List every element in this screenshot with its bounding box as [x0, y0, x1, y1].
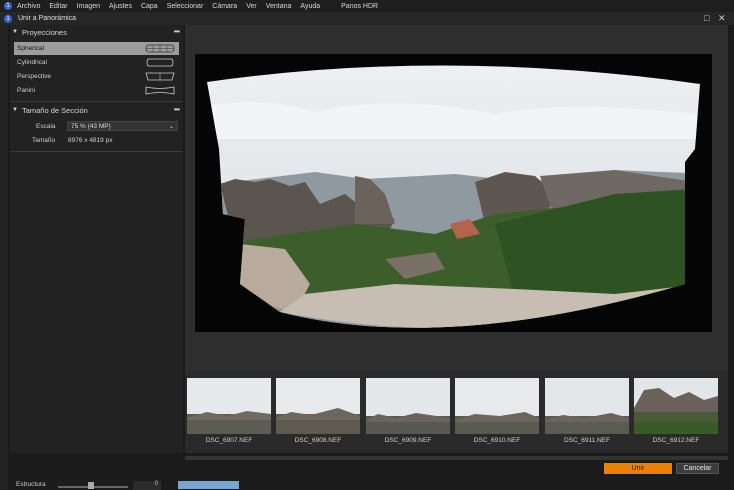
menu-bar: 1 Archivo Editar Imagen Ajustes Capa Sel… [0, 0, 734, 12]
menu-ayuda[interactable]: Ayuda [300, 3, 320, 10]
projections-title: Proyecciones [21, 27, 67, 37]
merge-button[interactable]: Unir [604, 463, 672, 474]
thumbnail-image[interactable] [276, 378, 360, 434]
thumbnail-label: DSC_6908.NEF [294, 437, 342, 444]
more-options-icon[interactable]: ••• [174, 27, 180, 36]
scale-label: Escala [36, 123, 56, 130]
thumbnail-label: DSC_6907.NEF [205, 437, 253, 444]
section-divider [10, 151, 183, 152]
thumbnail-label: DSC_6910.NEF [473, 437, 521, 444]
thumbnail-image[interactable] [455, 378, 539, 434]
dialog-titlebar: 1 Unir a Panorámica □ ✕ [0, 12, 734, 25]
structure-slider-handle[interactable] [88, 482, 94, 489]
perspective-projection-icon [145, 72, 175, 81]
cancel-button[interactable]: Cancelar [676, 463, 719, 474]
dialog-title: Unir a Panorámica [18, 15, 76, 22]
section-size-header[interactable]: ▼ Tamaño de Sección ••• [10, 103, 183, 117]
thumbnail-label: DSC_6912.NEF [652, 437, 700, 444]
menu-editar[interactable]: Editar [49, 3, 67, 10]
scale-value: 75 % (43 MP) [71, 122, 111, 130]
cylindrical-projection-icon [146, 58, 174, 67]
menu-ver[interactable]: Ver [246, 3, 257, 10]
size-value: 8976 x 4819 px [68, 137, 113, 144]
left-tool-strip [0, 25, 8, 489]
thumbnail-image[interactable] [545, 378, 629, 434]
panorama-canvas[interactable] [195, 54, 712, 332]
close-icon[interactable]: ✕ [718, 13, 726, 24]
bottom-preview-thumbnail [178, 481, 239, 489]
projection-panini[interactable]: Panini [14, 84, 179, 97]
projections-header[interactable]: ▼ Proyecciones ••• [10, 25, 183, 39]
thumbnail-label: DSC_6909.NEF [384, 437, 432, 444]
thumbnail-image[interactable] [187, 378, 271, 434]
maximize-icon[interactable]: □ [704, 13, 709, 23]
chevron-down-icon: ▼ [12, 29, 18, 35]
menu-panos-hdr[interactable]: Panos HDR [341, 3, 378, 10]
dialog-logo-icon: 1 [4, 14, 12, 23]
menu-ventana[interactable]: Ventana [266, 3, 292, 10]
scale-select[interactable]: 75 % (43 MP) ⌄ [67, 121, 178, 131]
section-size-title: Tamaño de Sección [21, 105, 88, 115]
projection-spherical[interactable]: Spherical [14, 42, 179, 55]
thumbnail-scrollbar[interactable] [185, 456, 728, 460]
menu-archivo[interactable]: Archivo [17, 3, 40, 10]
projection-cylindrical[interactable]: Cylindrical [14, 56, 179, 69]
projection-perspective[interactable]: Perspective [14, 70, 179, 83]
spherical-projection-icon [145, 44, 175, 53]
more-options-icon[interactable]: ••• [174, 105, 180, 114]
chevron-down-icon: ⌄ [168, 123, 174, 130]
thumbnail-image[interactable] [634, 378, 718, 434]
size-label: Tamaño [32, 137, 56, 144]
menu-camara[interactable]: Cámara [212, 3, 237, 10]
menu-capa[interactable]: Capa [141, 3, 158, 10]
projection-label: Perspective [17, 73, 51, 80]
structure-label: Estructura [16, 481, 46, 488]
section-divider [10, 101, 183, 102]
app-logo-icon: 1 [4, 2, 12, 10]
projection-label: Cylindrical [17, 59, 47, 66]
panorama-preview-image [207, 65, 700, 328]
panini-projection-icon [145, 86, 175, 95]
projection-label: Panini [17, 87, 36, 94]
thumbnail-label: DSC_6911.NEF [563, 437, 611, 444]
thumbnail-image[interactable] [366, 378, 450, 434]
projection-label: Spherical [17, 45, 45, 52]
chevron-down-icon: ▼ [12, 107, 18, 113]
menu-ajustes[interactable]: Ajustes [109, 3, 132, 10]
menu-imagen[interactable]: Imagen [77, 3, 100, 10]
menu-seleccionar[interactable]: Seleccionar [167, 3, 204, 10]
